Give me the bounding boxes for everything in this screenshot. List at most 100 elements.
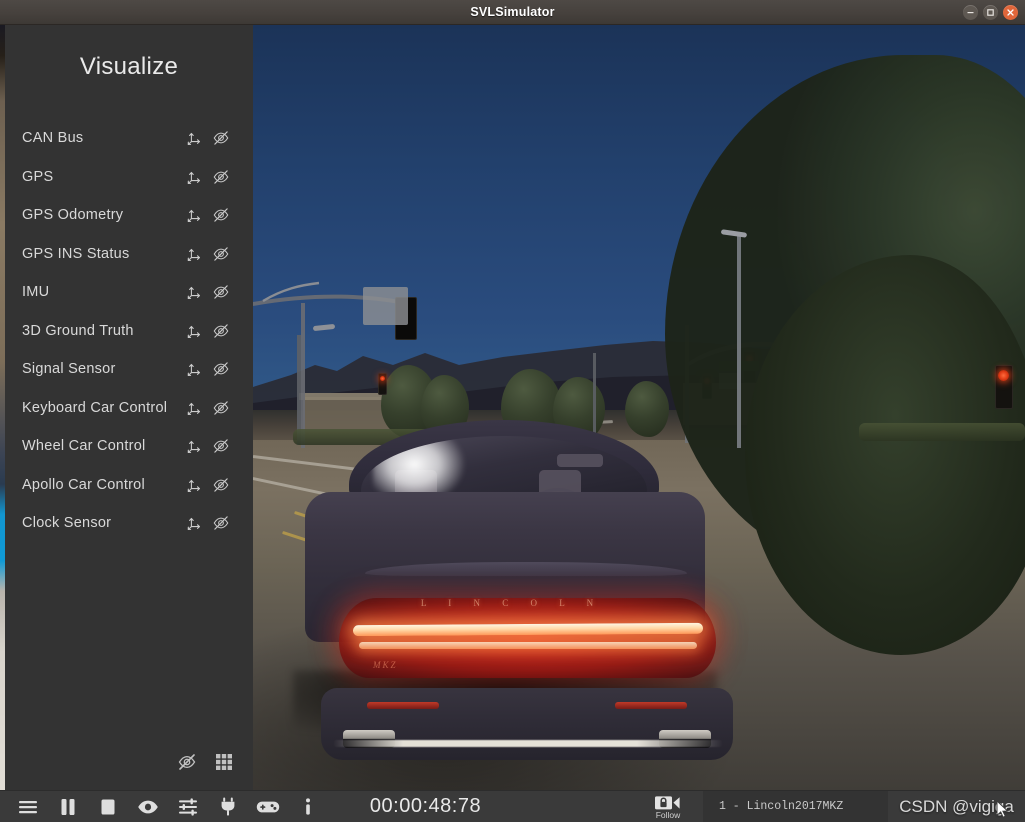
list-item[interactable]: Keyboard Car Control xyxy=(5,389,253,428)
eye-slash-icon[interactable] xyxy=(212,168,230,186)
visualize-list: CAN Bus GPS xyxy=(5,119,253,543)
list-item-actions xyxy=(186,437,230,455)
vehicle-brand-badge: L I N C O L N xyxy=(397,598,627,608)
rearview-mirror xyxy=(557,454,603,467)
watermark-area: CSDN @vigiga xyxy=(888,791,1025,822)
list-item[interactable]: CAN Bus xyxy=(5,119,253,158)
taillight-bar xyxy=(353,623,703,636)
stop-button[interactable] xyxy=(88,791,128,822)
simulator-window: SVLSimulator Visualize xyxy=(0,0,1025,822)
window-controls xyxy=(963,0,1018,25)
pause-button[interactable] xyxy=(48,791,88,822)
selected-vehicle-label[interactable]: 1 - Lincoln2017MKZ xyxy=(703,791,888,822)
trunk-lip xyxy=(365,562,687,576)
pause-icon xyxy=(60,798,76,816)
eye-slash-icon[interactable] xyxy=(212,322,230,340)
list-item-label: 3D Ground Truth xyxy=(22,323,186,339)
visualize-panel: Visualize CAN Bus GPS xyxy=(5,25,253,790)
list-item[interactable]: Signal Sensor xyxy=(5,350,253,389)
list-item-actions xyxy=(186,168,230,186)
eye-slash-icon[interactable] xyxy=(212,476,230,494)
hedge-strip-right xyxy=(859,423,1025,441)
hide-all-icon[interactable] xyxy=(177,752,197,772)
eye-slash-icon[interactable] xyxy=(212,283,230,301)
eye-icon xyxy=(137,799,159,815)
axes-icon[interactable] xyxy=(186,283,204,301)
eye-slash-icon[interactable] xyxy=(212,437,230,455)
minimize-icon xyxy=(966,8,975,17)
axes-icon[interactable] xyxy=(186,129,204,147)
menu-button[interactable] xyxy=(8,791,48,822)
minimize-button[interactable] xyxy=(963,5,978,20)
plug-icon xyxy=(220,797,236,816)
list-item-actions xyxy=(186,399,230,417)
info-button[interactable] xyxy=(288,791,328,822)
camera-mode-label: Follow xyxy=(656,811,681,820)
list-item-actions xyxy=(186,476,230,494)
axes-icon[interactable] xyxy=(186,399,204,417)
axes-icon[interactable] xyxy=(186,437,204,455)
signal-red-lamp xyxy=(380,376,385,381)
panel-title: Visualize xyxy=(5,25,253,81)
list-item-label: Clock Sensor xyxy=(22,515,186,531)
eye-slash-icon[interactable] xyxy=(212,206,230,224)
list-item-actions xyxy=(186,283,230,301)
simulation-timer: 00:00:48:78 xyxy=(328,795,633,818)
menu-icon xyxy=(18,799,38,815)
axes-icon[interactable] xyxy=(186,514,204,532)
list-item[interactable]: IMU xyxy=(5,273,253,312)
list-item-actions xyxy=(186,322,230,340)
controller-button[interactable] xyxy=(248,791,288,822)
window-title: SVLSimulator xyxy=(470,5,554,19)
list-item-label: Wheel Car Control xyxy=(22,438,186,454)
eye-slash-icon[interactable] xyxy=(212,245,230,263)
axes-icon[interactable] xyxy=(186,476,204,494)
rocker-highlight xyxy=(333,740,723,747)
simulation-viewport[interactable]: L I N C O L N MKZ xyxy=(253,25,1025,790)
watermark-text: CSDN @vigiga xyxy=(899,797,1014,817)
list-item-label: IMU xyxy=(22,284,186,300)
grid-layout-icon[interactable] xyxy=(214,752,234,772)
stop-icon xyxy=(100,798,116,816)
info-icon xyxy=(304,798,312,816)
maximize-icon xyxy=(986,8,995,17)
eye-slash-icon[interactable] xyxy=(212,399,230,417)
traffic-sign-left xyxy=(363,287,408,325)
axes-icon[interactable] xyxy=(186,360,204,378)
utility-pole-right xyxy=(737,233,741,448)
close-icon xyxy=(1006,8,1015,17)
axes-icon[interactable] xyxy=(186,206,204,224)
vehicle-rear-body: L I N C O L N MKZ xyxy=(305,492,705,642)
list-item[interactable]: GPS Odometry xyxy=(5,196,253,235)
list-item-actions xyxy=(186,206,230,224)
list-item-actions xyxy=(186,129,230,147)
visualize-button[interactable] xyxy=(128,791,168,822)
list-item[interactable]: 3D Ground Truth xyxy=(5,312,253,351)
eye-slash-icon[interactable] xyxy=(212,514,230,532)
list-item-label: Keyboard Car Control xyxy=(22,400,186,416)
maximize-button[interactable] xyxy=(983,5,998,20)
list-item[interactable]: Clock Sensor xyxy=(5,504,253,543)
axes-icon[interactable] xyxy=(186,168,204,186)
list-item[interactable]: GPS INS Status xyxy=(5,235,253,274)
reflector-right xyxy=(615,702,687,709)
settings-button[interactable] xyxy=(168,791,208,822)
panel-footer xyxy=(5,752,253,772)
list-item-actions xyxy=(186,514,230,532)
eye-slash-icon[interactable] xyxy=(212,129,230,147)
sliders-icon xyxy=(178,798,198,816)
list-item-label: GPS INS Status xyxy=(22,246,186,262)
eye-slash-icon[interactable] xyxy=(212,360,230,378)
bottom-toolbar: 00:00:48:78 Follow 1 - Lincoln2017MKZ CS… xyxy=(0,790,1025,822)
axes-icon[interactable] xyxy=(186,322,204,340)
list-item[interactable]: Wheel Car Control xyxy=(5,427,253,466)
bridge-button[interactable] xyxy=(208,791,248,822)
axes-icon[interactable] xyxy=(186,245,204,263)
list-item[interactable]: Apollo Car Control xyxy=(5,466,253,505)
list-item-label: GPS Odometry xyxy=(22,207,186,223)
close-button[interactable] xyxy=(1003,5,1018,20)
camera-mode-button[interactable]: Follow xyxy=(633,791,703,822)
list-item[interactable]: GPS xyxy=(5,158,253,197)
rear-bumper xyxy=(321,688,733,760)
ego-vehicle: L I N C O L N MKZ xyxy=(283,420,728,730)
